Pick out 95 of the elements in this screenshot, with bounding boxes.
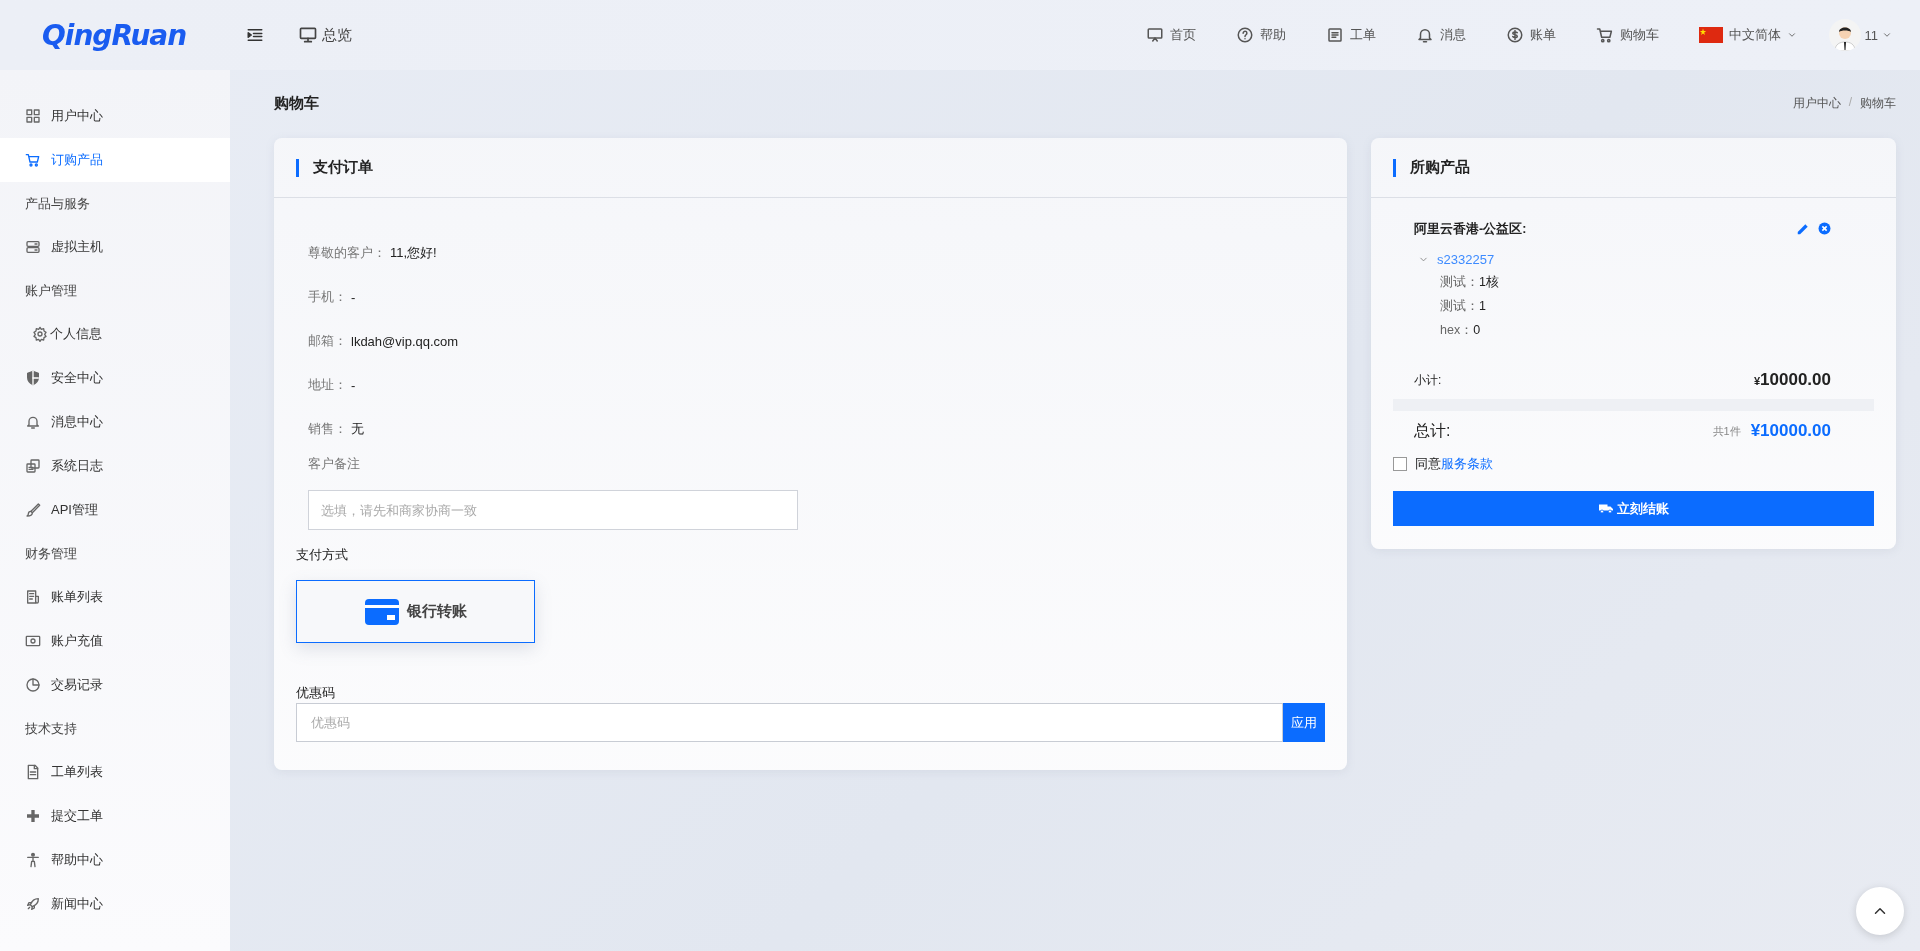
sidebar-item[interactable]: 用户中心	[0, 94, 230, 138]
settings-icon	[32, 326, 48, 342]
credit-card-icon	[364, 598, 399, 625]
monitor-icon	[298, 25, 318, 45]
sidebar-item[interactable]: API管理	[0, 488, 230, 532]
shield-icon	[25, 370, 41, 386]
sidebar-item[interactable]: 账单列表	[0, 575, 230, 619]
nav-link[interactable]: 帮助	[1259, 26, 1286, 44]
page-title: 购物车	[274, 93, 319, 113]
field-value: 无	[351, 420, 364, 438]
field-label: 尊敬的客户：	[308, 244, 386, 262]
truck-icon	[1598, 503, 1613, 514]
field-value: -	[351, 377, 356, 393]
sidebar-section-title: 账户管理	[25, 281, 77, 300]
cart-icon	[25, 152, 41, 168]
sidebar-section-title: 财务管理	[25, 544, 77, 563]
breadcrumb-item: 购物车	[1860, 94, 1896, 112]
rocket-icon	[25, 896, 41, 912]
monitor-icon	[1145, 26, 1164, 44]
flag-icon	[1698, 27, 1723, 43]
document-icon	[1325, 26, 1344, 44]
subtotal-label: 小计:	[1414, 371, 1442, 389]
section-label: 支付方式	[296, 546, 348, 564]
apply-button[interactable]: 应用	[1283, 703, 1325, 742]
server-icon	[25, 239, 41, 255]
nav-link[interactable]: 工单	[1349, 26, 1376, 44]
pie-chart-icon	[25, 677, 41, 693]
spec-text: 测试：1	[1440, 297, 1486, 315]
payment-option[interactable]: 银行转账	[296, 580, 535, 643]
user-name[interactable]: 11	[1864, 27, 1878, 43]
person-icon	[25, 852, 41, 868]
sidebar-item[interactable]: 安全中心	[0, 356, 230, 400]
card-title: 所购产品	[1410, 158, 1470, 177]
coupon-field[interactable]: 优惠码	[296, 703, 1283, 742]
breadcrumb-separator: /	[1848, 94, 1852, 111]
nav-link[interactable]: 消息	[1439, 26, 1466, 44]
product-name: 阿里云香港-公益区:	[1414, 220, 1527, 238]
nav-link[interactable]: 账单	[1529, 26, 1556, 44]
logo[interactable]: QingRuan	[0, 18, 230, 52]
remove-icon[interactable]	[1818, 222, 1831, 235]
field-value: lkdah@vip.qq.com	[351, 333, 459, 349]
sidebar-item[interactable]: 帮助中心	[0, 838, 230, 882]
sidebar-item[interactable]: 订购产品	[0, 138, 230, 182]
receipt-icon	[25, 589, 41, 605]
cart-icon	[1595, 26, 1614, 44]
plus-icon	[25, 808, 41, 824]
sidebar-item[interactable]: 个人信息	[0, 312, 230, 356]
agree-text: 同意服务条款	[1415, 455, 1493, 473]
bell-icon	[1415, 26, 1434, 44]
chevron-down-icon	[1882, 30, 1892, 40]
nav-link[interactable]: 首页	[1169, 26, 1196, 44]
sidebar-item[interactable]: 提交工单	[0, 794, 230, 838]
file-icon	[25, 764, 41, 780]
sidebar-section-title: 技术支持	[25, 719, 77, 738]
spec-text: 测试：1核	[1440, 273, 1499, 291]
dollar-icon	[1505, 26, 1524, 44]
grid-icon	[25, 108, 41, 124]
card-title: 支付订单	[313, 158, 373, 177]
checkout-button[interactable]: 立刻结账	[1393, 491, 1874, 526]
sidebar-section-title: 产品与服务	[25, 194, 90, 213]
bell-icon	[25, 414, 41, 430]
subtotal-amount: ¥10000.00	[1753, 370, 1831, 390]
money-icon	[25, 633, 41, 649]
sidebar-item[interactable]: 系统日志	[0, 444, 230, 488]
field-label: 邮箱：	[308, 332, 347, 350]
field-value: -	[351, 289, 356, 305]
field-label: 客户备注	[308, 455, 360, 473]
breadcrumb-item[interactable]: 用户中心	[1792, 94, 1841, 112]
terms-link[interactable]: 服务条款	[1441, 456, 1493, 471]
spec-text: hex：0	[1440, 321, 1481, 339]
windows-icon	[25, 458, 41, 474]
brush-icon	[25, 502, 41, 518]
sidebar-item[interactable]: 消息中心	[0, 400, 230, 444]
nav-link[interactable]: 购物车	[1619, 26, 1659, 44]
avatar[interactable]	[1828, 19, 1861, 51]
overview-link[interactable]: 总览	[322, 25, 352, 45]
field-label: 地址：	[308, 376, 347, 394]
field-label: 优惠码	[296, 684, 335, 702]
sidebar-item[interactable]: 新闻中心	[0, 882, 230, 926]
agree-checkbox[interactable]	[1393, 457, 1407, 471]
sidebar-item[interactable]: 交易记录	[0, 663, 230, 707]
field-label: 手机：	[308, 288, 347, 306]
field-label: 销售：	[308, 420, 347, 438]
field-value: 11,您好!	[390, 244, 437, 262]
sidebar-item[interactable]: 虚拟主机	[0, 225, 230, 269]
sidebar-item[interactable]: 工单列表	[0, 750, 230, 794]
total-label: 总计:	[1414, 420, 1451, 441]
chevron-down-icon	[1786, 30, 1797, 40]
total-amount: ¥10000.00	[1750, 421, 1831, 441]
language-selector[interactable]: 中文简体	[1728, 26, 1781, 44]
help-icon	[1235, 26, 1254, 44]
item-count: 共1件	[1712, 423, 1741, 439]
edit-icon[interactable]	[1796, 222, 1810, 236]
sidebar-item[interactable]: 账户充值	[0, 619, 230, 663]
menu-toggle-icon[interactable]	[246, 26, 264, 44]
